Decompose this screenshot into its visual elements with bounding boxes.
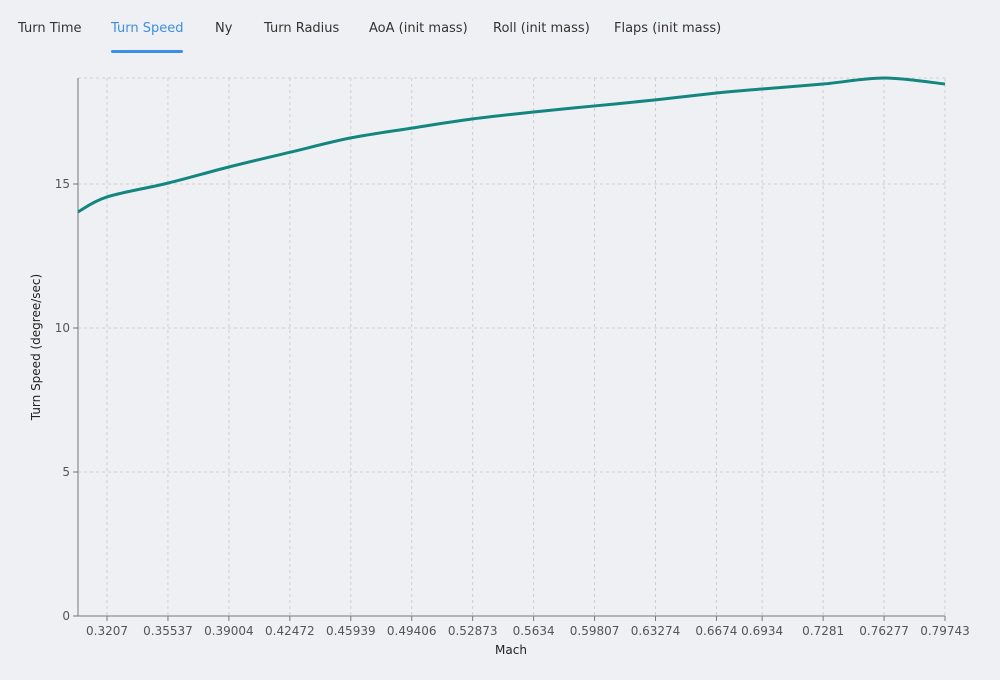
x-tick-label: 0.76277 [859,624,909,638]
x-tick-label: 0.45939 [326,624,376,638]
x-tick-label: 0.6934 [741,624,783,638]
x-tick-label: 0.39004 [204,624,254,638]
y-tick-label: 5 [62,465,70,479]
x-tick-label: 0.63274 [631,624,681,638]
axes [73,78,946,621]
series-line-turn-speed [77,76,946,214]
x-tick-label: 0.5634 [513,624,555,638]
x-tick-label: 0.6674 [695,624,737,638]
y-tick-label: 15 [55,177,70,191]
x-tick-label: 0.42472 [265,624,315,638]
tick-labels: 0 5 10 15 0.3207 0.35537 0.39004 0.42472 0.45939… [55,177,970,638]
turn-speed-chart: 0 5 10 15 0.3207 0.35537 0.39004 0.42472 0.45939… [29,76,970,657]
y-tick-label: 10 [55,321,70,335]
x-tick-label: 0.35537 [143,624,193,638]
x-tick-label: 0.79743 [920,624,970,638]
x-axis-label: Mach [495,643,527,657]
y-tick-label: 0 [62,609,70,623]
x-tick-label: 0.59807 [570,624,620,638]
x-tick-label: 0.3207 [86,624,128,638]
y-axis-label: Turn Speed (degree/sec) [29,274,43,421]
grid [78,77,946,616]
x-tick-label: 0.49406 [387,624,437,638]
x-tick-label: 0.52873 [448,624,498,638]
x-tick-label: 0.7281 [802,624,844,638]
